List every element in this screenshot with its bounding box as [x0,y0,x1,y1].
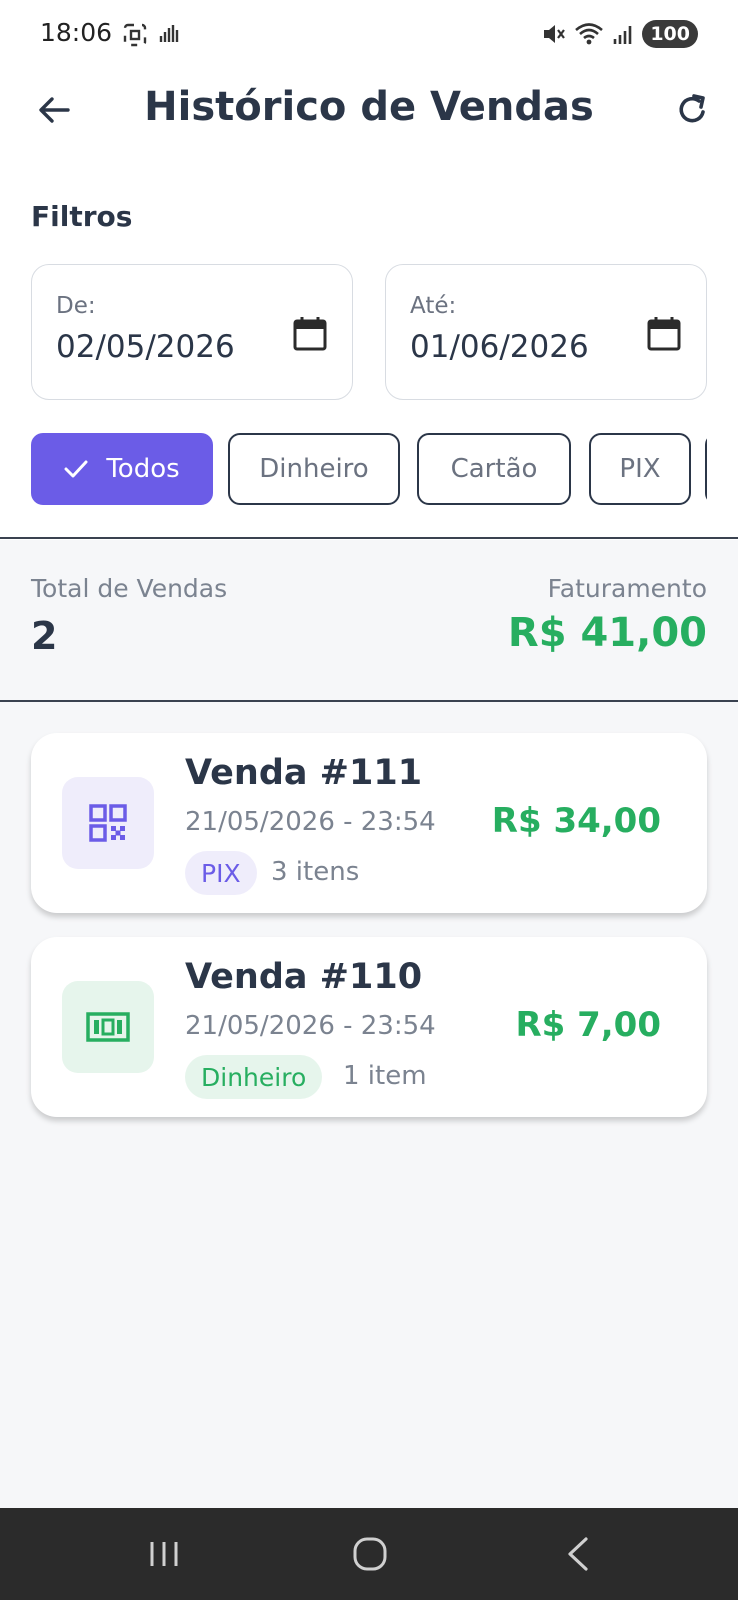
date-from-field[interactable]: De: 02/05/2026 [31,264,353,400]
chip-overflow[interactable] [705,433,707,505]
date-to-label: Até: [410,293,457,319]
screenshot-icon [123,23,147,47]
sale-datetime: 21/05/2026 - 23:54 [185,1011,436,1041]
qr-code-icon [89,804,127,842]
sale-value: R$ 34,00 [491,801,661,841]
date-from-label: De: [56,293,96,319]
nav-back-icon[interactable] [564,1536,592,1572]
sale-card[interactable]: Venda #110 21/05/2026 - 23:54 Dinheiro 1… [31,937,707,1117]
cash-icon [86,1012,130,1042]
date-to-value: 01/06/2026 [410,329,589,365]
wifi-icon [575,23,604,45]
divider [0,537,738,539]
mute-icon [544,25,566,43]
refresh-icon [679,94,705,123]
total-sales-label: Total de Vendas [31,574,228,603]
refresh-button[interactable] [672,90,712,130]
sales-list: Venda #111 21/05/2026 - 23:54 PIX 3 iten… [0,702,738,1508]
sale-items-count: 3 itens [271,857,360,887]
signal-waves-icon [159,25,179,42]
sale-icon-box [62,777,154,869]
total-sales-value: 2 [31,614,58,658]
chip-label: Dinheiro [259,454,369,484]
calendar-icon[interactable] [646,315,682,353]
sale-datetime: 21/05/2026 - 23:54 [185,807,436,837]
page-title: Histórico de Vendas [144,84,594,130]
sale-card[interactable]: Venda #111 21/05/2026 - 23:54 PIX 3 iten… [31,733,707,913]
chip-todos[interactable]: Todos [31,433,213,505]
system-nav-bar [0,1508,738,1600]
chip-dinheiro[interactable]: Dinheiro [228,433,400,505]
payment-badge: PIX [185,851,257,895]
chip-label: PIX [619,454,661,484]
chip-label: Cartão [450,454,538,484]
payment-filter-chips: Todos Dinheiro Cartão PIX [31,433,707,507]
check-icon [64,460,88,478]
chip-pix[interactable]: PIX [589,433,691,505]
date-to-field[interactable]: Até: 01/06/2026 [385,264,707,400]
sale-title: Venda #110 [185,957,423,997]
cell-signal-icon [614,26,632,44]
recent-apps-icon[interactable] [148,1538,180,1570]
status-time: 18:06 [40,18,113,47]
sales-summary: Total de Vendas 2 Faturamento R$ 41,00 [0,540,738,700]
payment-badge: Dinheiro [185,1055,323,1099]
battery-indicator: 100 [642,20,698,48]
sale-title: Venda #111 [185,753,423,793]
revenue-value: R$ 41,00 [507,610,707,656]
app-bar: Histórico de Vendas [0,70,738,170]
sale-value: R$ 7,00 [515,1005,661,1045]
chip-label: Todos [106,454,180,484]
date-from-value: 02/05/2026 [56,329,235,365]
sale-items-count: 1 item [343,1061,427,1091]
chip-cartao[interactable]: Cartão [417,433,571,505]
filters-label: Filtros [31,200,133,233]
sale-icon-box [62,981,154,1073]
revenue-label: Faturamento [547,574,707,603]
calendar-icon[interactable] [292,315,328,353]
status-bar: 18:06 100 [0,0,738,70]
home-icon[interactable] [352,1536,388,1572]
